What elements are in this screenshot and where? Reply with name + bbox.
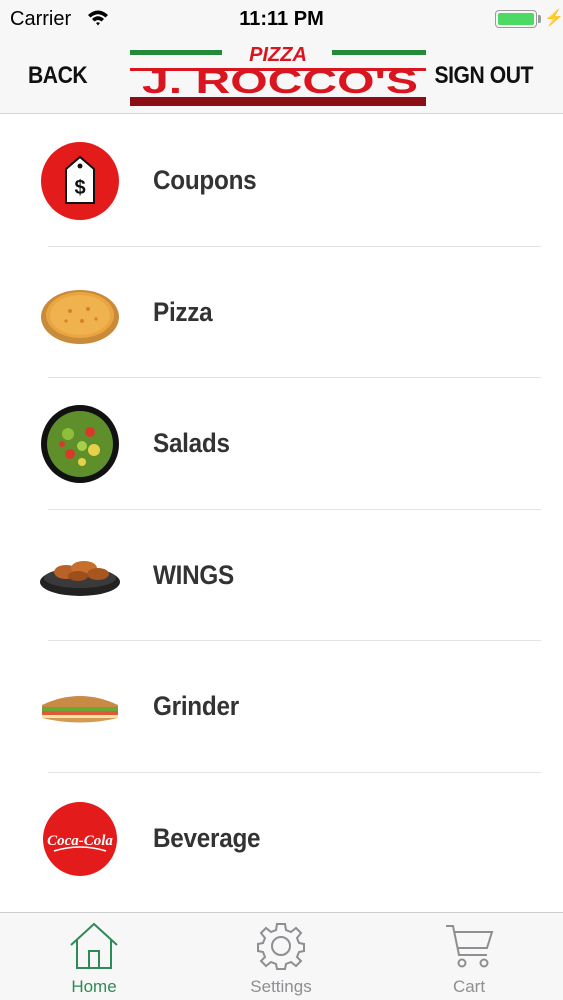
menu-item-label: Salads [153,428,230,459]
menu-item-label: Pizza [153,296,213,327]
pizza-image [38,271,122,355]
menu-item-label: Coupons [153,165,257,196]
tab-label: Settings [250,977,312,996]
j-roccos-pizza-logo: PIZZA J. ROCCO'S [130,44,426,106]
menu-item-grinder[interactable]: Grinder [0,641,563,773]
menu-item-label: Grinder [153,691,239,722]
svg-text:J. ROCCO'S: J. ROCCO'S [142,63,418,101]
sign-out-button[interactable]: SIGN OUT [434,62,533,90]
clock: 11:11 PM [239,8,324,30]
menu-item-pizza[interactable]: Pizza [0,247,563,378]
tab-label: Home [71,977,117,996]
menu-item-wings[interactable]: WINGS [0,510,563,641]
cart-icon [375,921,563,971]
menu-item-label: Beverage [153,822,261,853]
salad-bowl-image [38,402,122,486]
battery-icon [495,10,537,28]
status-bar: Carrier 11:11 PM ⚡ [0,0,563,38]
back-button[interactable]: BACK [28,62,88,90]
menu-item-salads[interactable]: Salads [0,378,563,510]
menu-item-beverage[interactable]: Coca-Cola Beverage [0,773,563,905]
battery-tip [538,15,541,23]
tab-bar: Home Settings Cart [0,912,563,1000]
tab-home[interactable]: Home [0,913,188,1000]
menu-item-coupons[interactable]: $ Coupons [0,115,563,247]
menu-item-label: WINGS [153,559,234,590]
coca-cola-logo: Coca-Cola [38,797,122,881]
menu-category-list: $ Coupons Pizza Salads WINGS Grinder Coc… [0,115,563,904]
charging-icon: ⚡ [544,10,563,27]
home-icon [0,921,188,971]
svg-text:$: $ [74,177,85,199]
wings-plate-image [38,534,122,618]
grinder-sandwich-image [38,665,122,749]
tab-label: Cart [452,977,486,996]
coupon-tag-icon: $ [38,139,122,223]
gear-icon [187,921,375,971]
tab-settings[interactable]: Settings [187,913,375,1000]
navigation-bar: BACK PIZZA J. ROCCO'S SIGN OUT [0,38,563,114]
tab-cart[interactable]: Cart [375,913,563,1000]
